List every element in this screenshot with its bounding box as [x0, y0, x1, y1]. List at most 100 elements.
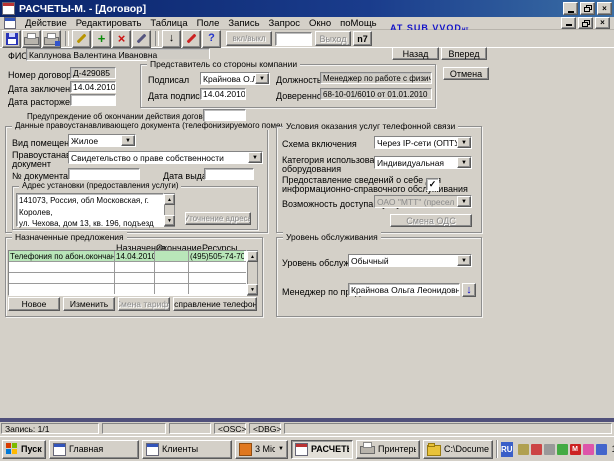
address-textarea[interactable]: 141073, Россия, обл Московская, г. Корол… [16, 193, 164, 227]
poa-field: 68-10-01/6010 от 01.01.2010 [320, 88, 432, 100]
toggle-button[interactable]: вкл/выкл [226, 31, 272, 46]
add-record-icon[interactable]: + [92, 30, 111, 48]
offers-scrollbar[interactable]: ▲ ▼ [247, 250, 258, 296]
tray-icon[interactable] [557, 444, 568, 455]
n7-button[interactable]: n7 [353, 31, 372, 46]
info-consent-label-2: информационно-справочного обслуживания [282, 184, 468, 194]
menu-item-field[interactable]: Поле [197, 18, 220, 29]
chevron-down-icon[interactable]: ▼ [457, 157, 471, 168]
tray-icon-network[interactable] [596, 444, 607, 455]
new-offer-button[interactable]: Новое [8, 297, 60, 311]
taskbar-item-raschety[interactable]: РАСЧЕТЫ-М. - [... [291, 440, 353, 459]
scroll-down-icon[interactable]: ▼ [247, 284, 258, 295]
close-icon[interactable]: × [597, 2, 612, 15]
legal-doc-select[interactable]: Свидетельство о праве собственности ▼ [68, 151, 263, 164]
sign-date-field[interactable]: 14.04.2010 [200, 88, 246, 100]
menu-item-record[interactable]: Запись [228, 18, 259, 29]
tray-icon[interactable] [583, 444, 594, 455]
taskbar-item-msoffice-group[interactable]: 3 Microsoft Offi... ▼ [235, 440, 288, 459]
tray-icon-antivirus[interactable]: M [570, 444, 581, 455]
offers-table: Телефония по абон.окончаниям 14.04.2010 … [8, 250, 247, 296]
category-select[interactable]: Индивидуальная ▼ [374, 156, 472, 169]
menu-item-action[interactable]: Действие [25, 18, 67, 29]
table-row[interactable] [9, 262, 246, 273]
address-scrollbar[interactable]: ▲ ▼ [164, 193, 175, 227]
start-button[interactable]: Пуск [2, 440, 46, 459]
print-icon[interactable] [22, 30, 41, 48]
taskbar-item-klienty[interactable]: Клиенты [142, 440, 232, 459]
chevron-down-icon: ▼ [278, 446, 284, 452]
ods-change-button[interactable]: Смена ОДС [390, 214, 472, 227]
scheme-label: Схема включения [282, 139, 357, 149]
child-minimize-icon[interactable] [561, 17, 576, 29]
tray-icon[interactable] [531, 444, 542, 455]
edit-record-icon[interactable] [132, 30, 151, 48]
print-preview-icon[interactable] [42, 30, 61, 48]
minimize-icon[interactable] [563, 2, 578, 15]
signed-by-label: Подписал [148, 75, 189, 85]
table-row[interactable] [9, 284, 246, 294]
change-tariff-button[interactable]: Смена тарифа [118, 297, 170, 311]
edit-offer-button[interactable]: Изменить [63, 297, 115, 311]
premise-type-select[interactable]: Жилое ▼ [68, 134, 136, 147]
cancel-button[interactable]: Отмена [443, 67, 489, 80]
toolbar: + × ↓ ? вкл/выкл Выход n7 [0, 30, 614, 48]
toolbar-input[interactable] [275, 32, 312, 46]
exit-button[interactable]: Выход [315, 31, 351, 46]
menu-item-table[interactable]: Таблица [150, 18, 187, 29]
taskbar-item-explorer[interactable]: C:\Documents an... [423, 440, 493, 459]
manager-lookup-button[interactable]: ↓ [462, 283, 476, 297]
representative-group-title: Представитель со стороны компании [147, 59, 300, 69]
legal-doc-group-title: Данные правоустанавливающего документа (… [12, 121, 310, 130]
new-record-icon[interactable] [72, 30, 91, 48]
tray-icon[interactable] [544, 444, 555, 455]
taskbar-item-glavnaya[interactable]: Главная [49, 440, 139, 459]
help-icon[interactable]: ? [202, 30, 221, 48]
signed-by-select[interactable]: Крайнова О.Л. ▼ [200, 72, 270, 85]
chevron-down-icon[interactable]: ▼ [457, 137, 471, 148]
forward-button[interactable]: Вперед [441, 47, 487, 60]
termination-date-field[interactable] [70, 94, 116, 106]
taskbar-item-printers[interactable]: Принтеры и факсы [356, 440, 420, 459]
delete-record-icon[interactable]: × [112, 30, 131, 48]
contract-number-field[interactable]: Д-429085 [70, 67, 116, 79]
refine-address-button[interactable]: Уточнение адреса [185, 212, 251, 225]
issue-date-field[interactable] [204, 168, 254, 180]
chevron-down-icon[interactable]: ▼ [121, 135, 135, 146]
scroll-up-icon[interactable]: ▲ [247, 251, 258, 262]
windows-logo-icon [6, 443, 18, 455]
folder-icon [427, 445, 441, 456]
statusbar-dbg: <DBG> [249, 423, 281, 434]
scroll-up-icon[interactable]: ▲ [164, 194, 175, 205]
doc-number-field[interactable] [68, 168, 140, 180]
restore-icon[interactable] [580, 2, 595, 15]
fix-phone-button[interactable]: Исправление телефона [173, 297, 257, 311]
tray-icon[interactable] [518, 444, 529, 455]
menu-item-query[interactable]: Запрос [269, 18, 300, 29]
save-icon[interactable] [2, 30, 21, 48]
chevron-down-icon[interactable]: ▼ [248, 152, 262, 163]
scroll-down-icon[interactable]: ▼ [164, 215, 175, 226]
menu-item-window[interactable]: Окно [309, 18, 331, 29]
highlight-icon[interactable] [182, 30, 201, 48]
office-icon [239, 443, 252, 456]
record-counter: Запись: 1/1 [1, 423, 99, 434]
language-indicator[interactable]: RU [501, 442, 513, 457]
sales-manager-field[interactable]: Крайнова Ольга Леонидовна [348, 283, 460, 296]
scheme-select[interactable]: Через IP-сети (ОПТУ ▼ [374, 136, 472, 149]
form-app-icon [146, 443, 159, 456]
info-consent-checkbox[interactable]: ✓ [426, 178, 439, 191]
taskbar-divider [496, 440, 498, 458]
table-row[interactable]: Телефония по абон.окончаниям 14.04.2010 … [9, 251, 246, 262]
conclusion-date-field[interactable]: 14.04.2010 [70, 81, 116, 93]
chevron-down-icon[interactable]: ▼ [457, 255, 471, 266]
chevron-down-icon[interactable]: ▼ [255, 73, 269, 84]
child-restore-icon[interactable] [578, 17, 593, 29]
service-level-select[interactable]: Обычный ▼ [348, 254, 472, 267]
menu-item-edit[interactable]: Редактировать [76, 18, 142, 29]
down-arrow-icon[interactable]: ↓ [162, 30, 181, 48]
back-button[interactable]: Назад [392, 47, 439, 60]
menu-item-help[interactable]: поМощь [340, 18, 377, 29]
child-close-icon[interactable]: × [595, 17, 610, 29]
table-row[interactable] [9, 273, 246, 284]
